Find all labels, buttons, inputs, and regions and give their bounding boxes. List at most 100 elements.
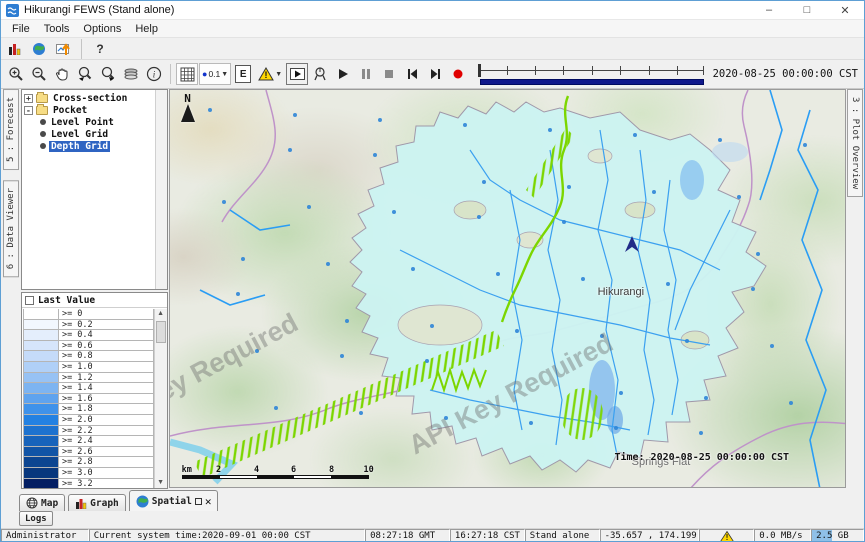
warning-icon: ! — [258, 67, 274, 81]
wire-globe-icon — [26, 497, 38, 509]
legend-row[interactable]: >= 0.2 — [23, 320, 154, 331]
map-viewport[interactable]: API Key Required API Key Required N Hiku… — [169, 89, 846, 488]
logs-button[interactable]: Logs — [19, 511, 53, 526]
tree-item-depth-grid[interactable]: Depth Grid — [24, 140, 167, 152]
legend-row[interactable]: >= 1.0 — [23, 362, 154, 373]
status-bar: Administrator Current system time:2020-0… — [1, 528, 864, 542]
last-value-checkbox[interactable] — [25, 296, 34, 305]
tab-spatial[interactable]: Spatial ✕ — [129, 490, 219, 511]
scale-bar: km 2 4 6 8 10 — [182, 465, 382, 479]
scroll-down-icon[interactable]: ▼ — [157, 479, 164, 487]
legend-row[interactable]: >= 1.4 — [23, 383, 154, 394]
step-forward-button[interactable] — [424, 63, 446, 85]
main-area: 5 : Forecast 6 : Data Viewer + Cross-sect… — [1, 89, 864, 489]
timeseries-icon[interactable] — [53, 40, 73, 58]
legend-row[interactable]: >= 2.2 — [23, 426, 154, 437]
status-system-time: Current system time:2020-09-01 00:00 CST — [89, 529, 365, 542]
legend-row[interactable]: >= 0.6 — [23, 341, 154, 352]
tree-item-label: Depth Grid — [49, 141, 110, 152]
legend-row[interactable]: >= 3.2 — [23, 479, 154, 490]
help-button[interactable]: ? — [90, 40, 110, 58]
menu-help[interactable]: Help — [128, 22, 165, 36]
tree-item-level-point[interactable]: Level Point — [24, 116, 167, 128]
zoom-previous-icon[interactable] — [74, 63, 96, 85]
tree-item-cross-section[interactable]: + Cross-section — [24, 92, 167, 104]
maximize-button[interactable]: □ — [788, 1, 826, 19]
tree-item-label: Level Grid — [49, 129, 110, 140]
status-transfer-rate: 0.0 MB/s — [754, 529, 811, 542]
profile-button[interactable]: E — [232, 63, 254, 85]
legend-panel: Last Value >= 0>= 0.2>= 0.4>= 0.6>= 0.8>… — [21, 292, 168, 489]
explorer-icon[interactable] — [5, 40, 25, 58]
tab-forecast[interactable]: 5 : Forecast — [3, 89, 19, 170]
play-button[interactable] — [332, 63, 354, 85]
zoom-out-icon[interactable] — [28, 63, 50, 85]
legend-color-swatch — [23, 383, 59, 394]
legend-row[interactable]: >= 1.6 — [23, 394, 154, 405]
tab-map[interactable]: Map — [19, 494, 65, 511]
legend-row-label: >= 2.4 — [59, 436, 154, 447]
threshold-dropdown[interactable]: ● 0.1 ▼ — [199, 63, 231, 85]
close-button[interactable]: ✕ — [826, 1, 864, 19]
stop-button[interactable] — [378, 63, 400, 85]
legend-row[interactable]: >= 2.4 — [23, 436, 154, 447]
tree-item-label: Cross-section — [51, 93, 129, 104]
legend-row[interactable]: >= 3.0 — [23, 468, 154, 479]
animation-window-icon[interactable] — [286, 63, 308, 85]
warning-dropdown[interactable]: ! ▼ — [255, 63, 285, 85]
restore-pane-icon[interactable] — [195, 498, 202, 505]
menu-tools[interactable]: Tools — [37, 22, 77, 36]
tree-scrollbar[interactable] — [155, 90, 167, 289]
pan-hand-icon[interactable] — [51, 63, 73, 85]
time-slider-tick — [507, 66, 508, 75]
folder-icon — [36, 106, 48, 115]
tree-item-label: Level Point — [49, 117, 116, 128]
time-slider-range-bar — [480, 79, 703, 85]
legend-row[interactable]: >= 2.0 — [23, 415, 154, 426]
zoom-in-icon[interactable] — [5, 63, 27, 85]
measure-tool-icon[interactable] — [309, 63, 331, 85]
pause-button[interactable] — [355, 63, 377, 85]
scroll-thumb[interactable] — [156, 321, 166, 343]
legend-row[interactable]: >= 2.6 — [23, 447, 154, 458]
scale-tick: 8 — [329, 465, 334, 475]
minimize-button[interactable]: – — [750, 1, 788, 19]
legend-row[interactable]: >= 0.8 — [23, 351, 154, 362]
tab-data-viewer[interactable]: 6 : Data Viewer — [3, 180, 19, 277]
legend-scrollbar[interactable]: ▲ ▼ — [154, 309, 167, 488]
close-pane-icon[interactable]: ✕ — [205, 495, 212, 508]
tab-graph[interactable]: Graph — [68, 494, 126, 511]
profile-letter: E — [235, 65, 251, 83]
legend-color-swatch — [23, 394, 59, 405]
layers-icon[interactable] — [120, 63, 142, 85]
time-slider[interactable] — [478, 62, 705, 86]
legend-color-swatch — [23, 479, 59, 490]
threshold-dot-icon: ● — [202, 69, 207, 79]
legend-row[interactable]: >= 0.4 — [23, 330, 154, 341]
map-globe-icon[interactable] — [29, 40, 49, 58]
scroll-up-icon[interactable]: ▲ — [157, 310, 164, 318]
menu-bar: File Tools Options Help — [1, 20, 864, 38]
record-button[interactable] — [447, 63, 469, 85]
status-warning-cell[interactable]: ! — [699, 529, 754, 542]
tree-item-pocket[interactable]: -Pocket — [24, 104, 167, 116]
tab-plot-overview[interactable]: 3 : Plot Overview — [847, 89, 863, 197]
legend-row[interactable]: >= 1.8 — [23, 404, 154, 415]
legend-color-swatch — [23, 351, 59, 362]
tree-expander-icon[interactable]: + — [24, 94, 33, 103]
tree-item-level-grid[interactable]: Level Grid — [24, 128, 167, 140]
legend-color-swatch — [23, 415, 59, 426]
legend-row[interactable]: >= 0 — [23, 309, 154, 320]
info-icon[interactable]: i — [143, 63, 165, 85]
toolbar-separator — [170, 64, 171, 84]
map-time-label: Time: 2020-08-25 00:00:00 CST — [614, 452, 789, 463]
menu-options[interactable]: Options — [76, 22, 128, 36]
grid-display-icon[interactable] — [176, 63, 198, 85]
legend-row[interactable]: >= 1.2 — [23, 373, 154, 384]
zoom-next-icon[interactable] — [97, 63, 119, 85]
legend-row[interactable]: >= 2.8 — [23, 457, 154, 468]
menu-file[interactable]: File — [5, 22, 37, 36]
step-back-button[interactable] — [401, 63, 423, 85]
time-slider-handle[interactable] — [478, 64, 481, 77]
tree-expander-icon[interactable]: - — [24, 106, 33, 115]
